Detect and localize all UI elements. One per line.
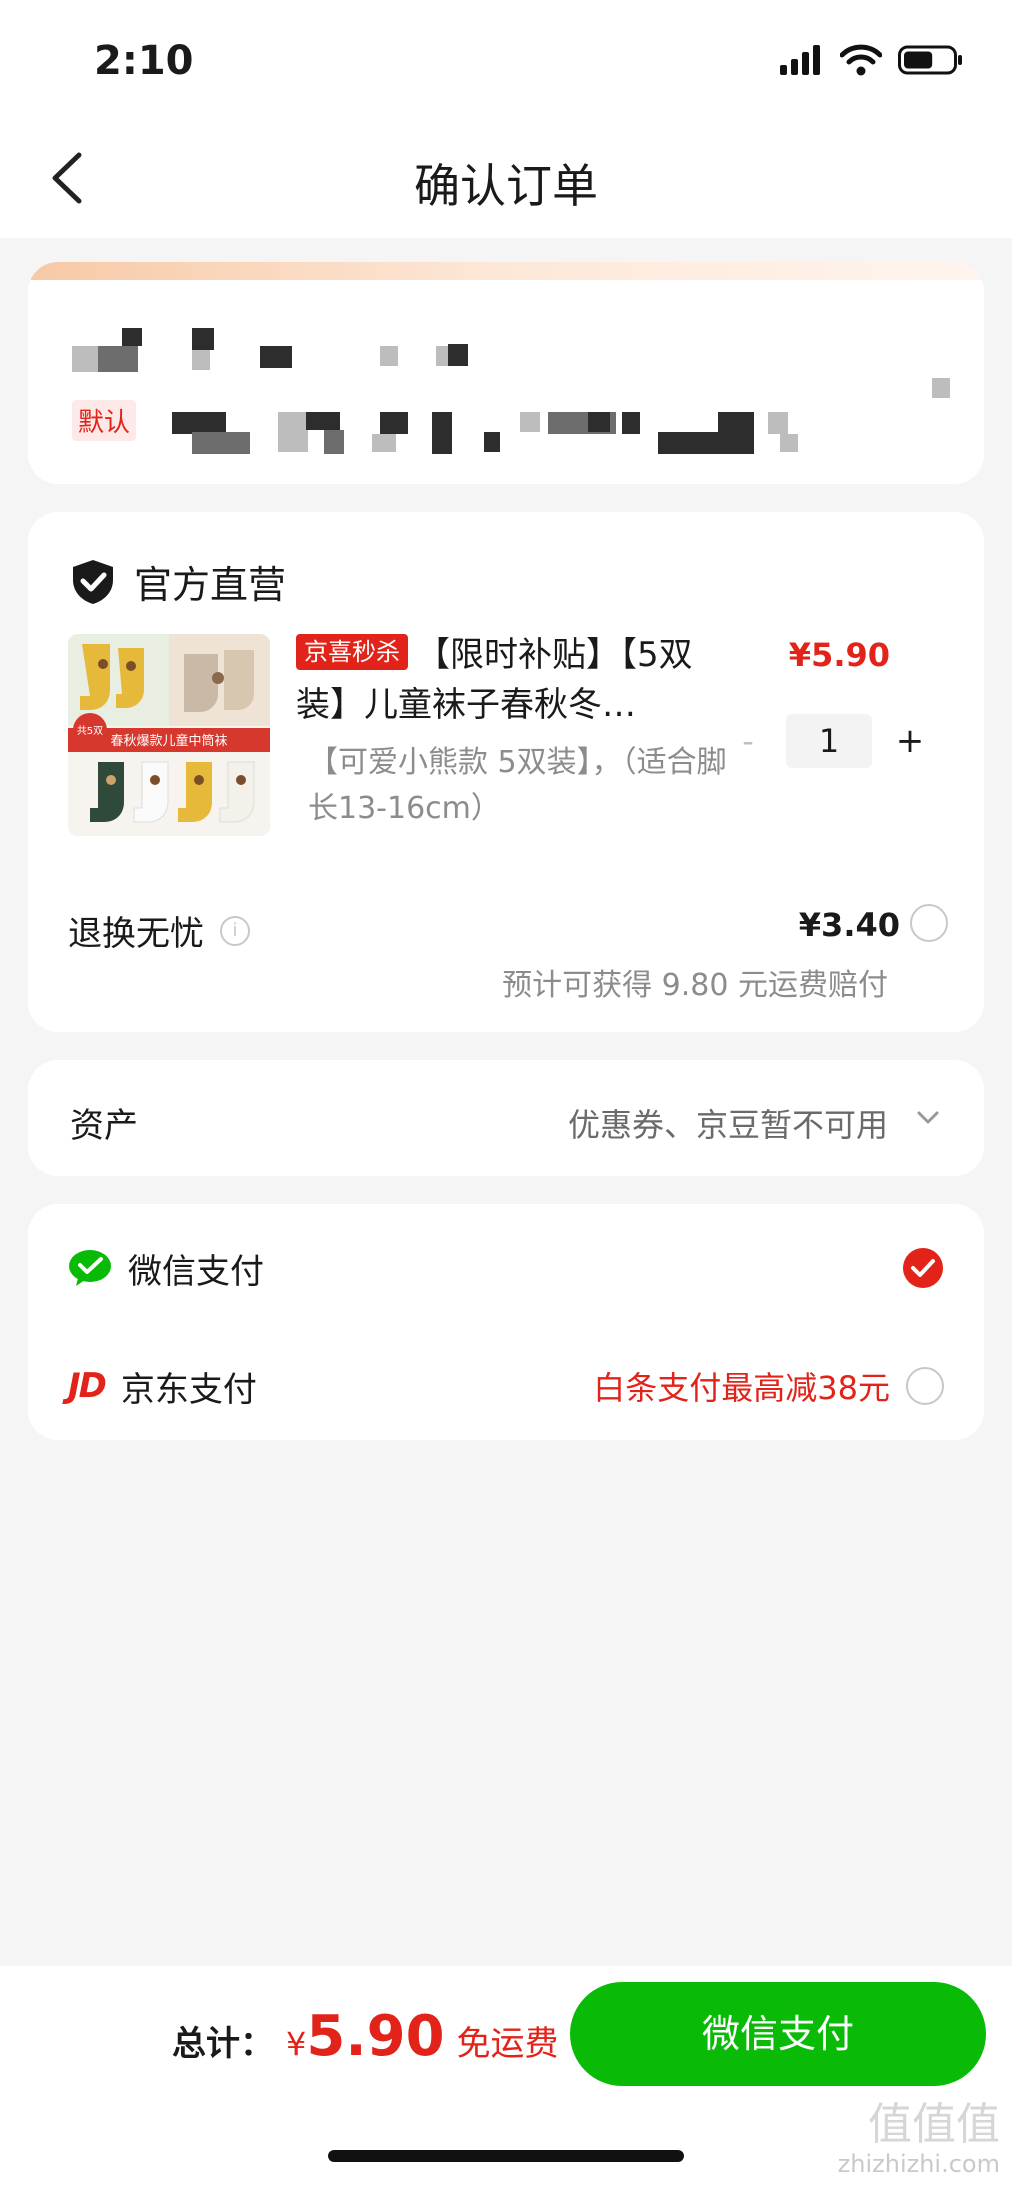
status-bar: 2:10 [0, 0, 1012, 120]
return-service-row[interactable]: 退换无忧 i ¥3.40 [68, 904, 948, 955]
address-card[interactable]: 默认 [28, 262, 984, 484]
return-service-radio[interactable] [910, 904, 948, 942]
shipping-note: 免运费 [456, 2024, 559, 2064]
selected-check-icon[interactable] [902, 1247, 944, 1289]
shop-header: 官方直营 [70, 554, 286, 609]
jd-pay-label: 京东支付 [120, 1369, 257, 1410]
payment-option-jd[interactable]: JD 京东支付 白条支付最高减38元 [68, 1356, 944, 1416]
address-arrow-redacted [932, 378, 950, 398]
shop-name: 官方直营 [134, 563, 287, 607]
page-title: 确认订单 [414, 159, 598, 213]
battery-icon [898, 45, 962, 75]
total-label: 总计： [172, 2024, 274, 2064]
payment-option-wechat[interactable]: 微信支付 [68, 1238, 944, 1298]
quantity-increase-button[interactable]: + [892, 721, 928, 761]
total-currency: ¥ [286, 2025, 307, 2063]
product-image[interactable]: 春秋爆款儿童中筒袜 共5双 [68, 634, 270, 836]
nav-bar: 确认订单 [0, 120, 1012, 238]
wifi-icon [840, 44, 882, 76]
jd-pay-logo: JD [68, 1366, 107, 1406]
return-service-note: 预计可获得 9.80 元运费赔付 [502, 968, 888, 1003]
watermark-url: zhizhizhi.com [837, 2150, 1000, 2178]
wechat-pay-label: 微信支付 [128, 1251, 264, 1292]
order-total: 总计： ¥ 5.90 免运费 [172, 2004, 559, 2069]
status-time: 2:10 [94, 38, 194, 84]
payment-methods-card: 微信支付 JD 京东支付 白条支付最高减38元 [28, 1204, 984, 1440]
jd-pay-radio[interactable] [906, 1367, 944, 1405]
address-decoration-strip [28, 262, 984, 280]
home-indicator[interactable] [328, 2150, 684, 2162]
assets-label: 资产 [70, 1106, 138, 1146]
status-icons [780, 44, 964, 76]
product-image-banner-text: 春秋爆款儿童中筒袜 [110, 733, 227, 749]
shield-check-icon [73, 559, 113, 604]
product-title-block[interactable]: 京喜秒杀 【限时补贴】【5双装】儿童袜子春秋冬… [296, 630, 736, 730]
product-spec[interactable]: 【可爱小熊款 5双装】，（适合脚长13-16cm） [308, 740, 728, 832]
product-price: ¥5.90 [788, 636, 890, 674]
jd-pay-promo: 白条支付最高减38元 [593, 1369, 890, 1407]
chevron-down-icon [917, 1111, 939, 1124]
pay-button[interactable]: 微信支付 [570, 1982, 986, 2086]
total-amount: 5.90 [306, 2004, 445, 2069]
quantity-decrease-button[interactable]: - [730, 722, 766, 760]
watermark: 值值值 zhizhizhi.com [837, 2099, 1000, 2179]
order-goods-card: 官方直营 春秋爆款儿童中筒袜 共5双 京喜秒杀 【限时补贴】【5双装】儿童袜子春… [28, 512, 984, 1032]
product-image-badge-text: 共5双 [77, 725, 103, 737]
return-service-price: ¥3.40 [798, 906, 900, 944]
watermark-logo: 值值值 [868, 2099, 1000, 2150]
wechat-pay-icon [69, 1250, 111, 1286]
seckill-tag: 京喜秒杀 [296, 634, 408, 670]
info-icon[interactable]: i [220, 915, 250, 946]
assets-row[interactable]: 资产 优惠券、京豆暂不可用 [28, 1060, 984, 1176]
socks-product-image: 春秋爆款儿童中筒袜 共5双 [68, 634, 270, 836]
assets-value: 优惠券、京豆暂不可用 [567, 1106, 888, 1144]
signal-icon [780, 45, 820, 75]
default-address-tag: 默认 [72, 400, 137, 441]
quantity-stepper: - 1 + [730, 714, 928, 768]
return-service-label: 退换无忧 [68, 914, 204, 954]
quantity-value[interactable]: 1 [786, 714, 872, 768]
